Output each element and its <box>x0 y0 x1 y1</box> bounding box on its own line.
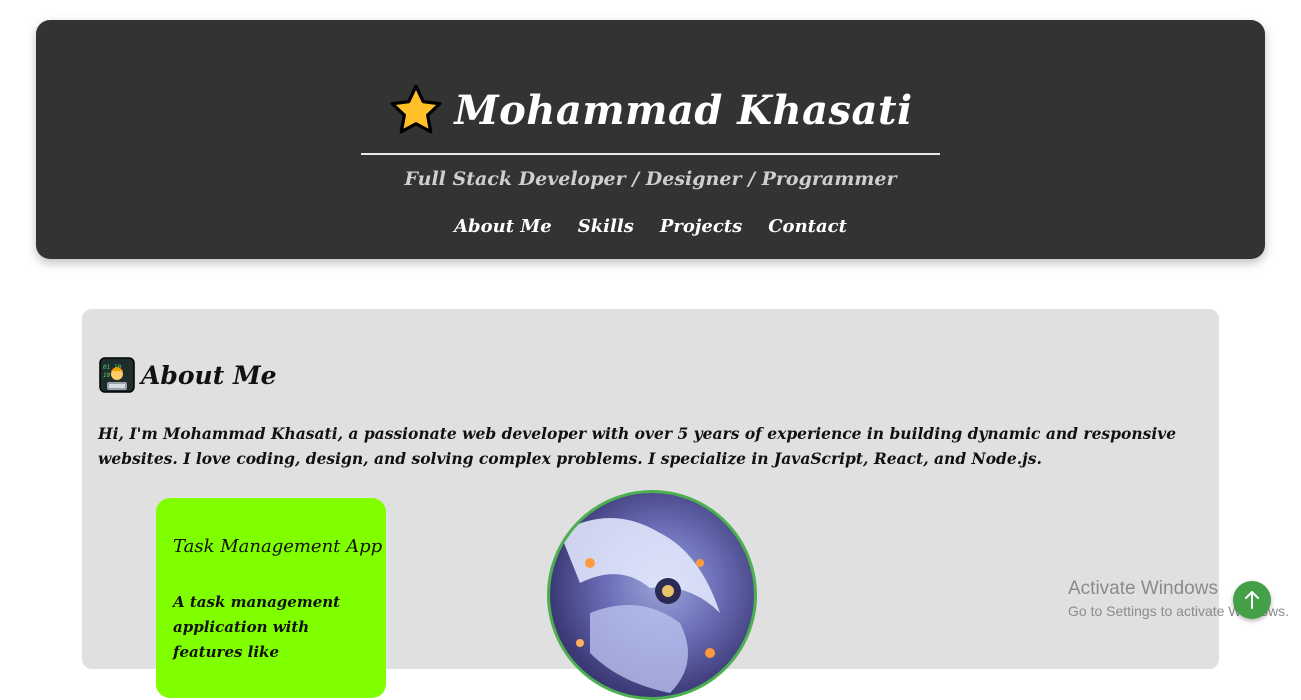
nav-projects[interactable]: Projects <box>660 216 742 237</box>
site-header: Mohammad Khasati Full Stack Developer / … <box>36 20 1265 259</box>
nav-about-me[interactable]: About Me <box>454 216 552 237</box>
technologist-icon: 01 10 10 01 <box>99 357 135 393</box>
nav-contact[interactable]: Contact <box>768 216 847 237</box>
about-heading: 01 10 10 01 About Me <box>99 357 277 393</box>
title-row: Mohammad Khasati <box>36 82 1265 138</box>
nav-skills[interactable]: Skills <box>578 216 634 237</box>
about-text: Hi, I'm Mohammad Khasati, a passionate w… <box>98 424 1177 468</box>
project-card-description: A task management application with featu… <box>173 593 341 661</box>
star-icon <box>390 84 442 134</box>
project-card[interactable]: Task Management App A task management ap… <box>156 498 386 698</box>
profile-avatar <box>547 490 757 700</box>
about-title: About Me <box>141 360 277 390</box>
avatar-illustration <box>560 518 720 693</box>
project-card-title: Task Management App <box>173 536 383 557</box>
site-title: Mohammad Khasati <box>454 86 913 134</box>
title-divider <box>361 153 940 155</box>
back-to-top-button[interactable] <box>1233 581 1271 619</box>
arrow-up-icon <box>1245 591 1259 609</box>
main-nav: About Me Skills Projects Contact <box>36 216 1265 237</box>
site-subtitle: Full Stack Developer / Designer / Progra… <box>404 168 897 190</box>
